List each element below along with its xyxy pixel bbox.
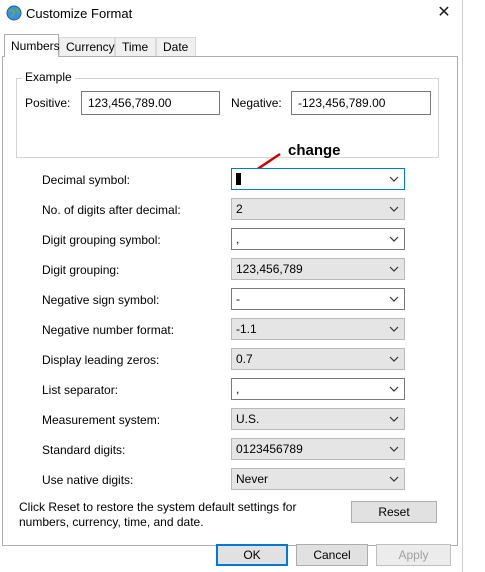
chevron-down-icon[interactable] bbox=[388, 349, 400, 369]
digit-grouping-combo[interactable]: 123,456,789 bbox=[231, 258, 405, 280]
cancel-button[interactable]: Cancel bbox=[296, 544, 368, 566]
tab-date[interactable]: Date bbox=[156, 37, 196, 56]
leading-zeros-combo[interactable]: 0.7 bbox=[231, 348, 405, 370]
window-title: Customize Format bbox=[26, 6, 133, 21]
chevron-down-icon[interactable] bbox=[388, 169, 400, 189]
apply-button: Apply bbox=[376, 544, 451, 566]
reset-description: Click Reset to restore the system defaul… bbox=[19, 500, 297, 529]
list-separator-combo[interactable]: , bbox=[231, 378, 405, 400]
native-digits-label: Use native digits: bbox=[42, 473, 134, 487]
reset-button[interactable]: Reset bbox=[351, 501, 437, 523]
chevron-down-icon[interactable] bbox=[388, 259, 400, 279]
list-separator-label: List separator: bbox=[42, 383, 119, 397]
negative-sign-symbol-combo[interactable]: - bbox=[231, 288, 405, 310]
tab-time[interactable]: Time bbox=[115, 37, 156, 56]
chevron-down-icon[interactable] bbox=[388, 469, 400, 489]
leading-zeros-label: Display leading zeros: bbox=[42, 353, 160, 367]
native-digits-combo[interactable]: Never bbox=[231, 468, 405, 490]
negative-sign-symbol-label: Negative sign symbol: bbox=[42, 293, 160, 307]
chevron-down-icon[interactable] bbox=[388, 409, 400, 429]
digits-after-decimal-combo[interactable]: 2 bbox=[231, 198, 405, 220]
chevron-down-icon[interactable] bbox=[388, 379, 400, 399]
measurement-system-label: Measurement system: bbox=[42, 413, 161, 427]
digit-grouping-symbol-label: Digit grouping symbol: bbox=[42, 233, 161, 247]
negative-number-format-combo[interactable]: -1.1 bbox=[231, 318, 405, 340]
tab-numbers[interactable]: Numbers bbox=[4, 34, 60, 57]
digit-grouping-label: Digit grouping: bbox=[42, 263, 120, 277]
chevron-down-icon[interactable] bbox=[388, 439, 400, 459]
ok-button[interactable]: OK bbox=[216, 544, 288, 566]
standard-digits-combo[interactable]: 0123456789 bbox=[231, 438, 405, 460]
close-icon[interactable]: ✕ bbox=[434, 4, 454, 24]
chevron-down-icon[interactable] bbox=[388, 229, 400, 249]
digit-grouping-symbol-combo[interactable]: , bbox=[231, 228, 405, 250]
window-edge bbox=[462, 0, 463, 572]
decimal-symbol-combo[interactable] bbox=[231, 168, 405, 190]
positive-example-field: 123,456,789.00 bbox=[81, 91, 220, 115]
chevron-down-icon[interactable] bbox=[388, 319, 400, 339]
negative-example-field: -123,456,789.00 bbox=[291, 91, 431, 115]
measurement-system-combo[interactable]: U.S. bbox=[231, 408, 405, 430]
standard-digits-label: Standard digits: bbox=[42, 443, 126, 457]
tab-currency[interactable]: Currency bbox=[59, 37, 115, 56]
example-legend: Example bbox=[22, 70, 75, 84]
chevron-down-icon[interactable] bbox=[388, 199, 400, 219]
globe-icon bbox=[6, 5, 22, 21]
example-group bbox=[16, 78, 439, 158]
positive-label: Positive: bbox=[25, 96, 71, 110]
chevron-down-icon[interactable] bbox=[388, 289, 400, 309]
negative-number-format-label: Negative number format: bbox=[42, 323, 175, 337]
text-caret bbox=[236, 172, 241, 185]
decimal-symbol-label: Decimal symbol: bbox=[42, 173, 131, 187]
negative-label: Negative: bbox=[231, 96, 282, 110]
digits-after-decimal-label: No. of digits after decimal: bbox=[42, 203, 181, 217]
annotation-text: change bbox=[288, 142, 341, 159]
title-bar: Customize Format ✕ bbox=[0, 0, 462, 28]
